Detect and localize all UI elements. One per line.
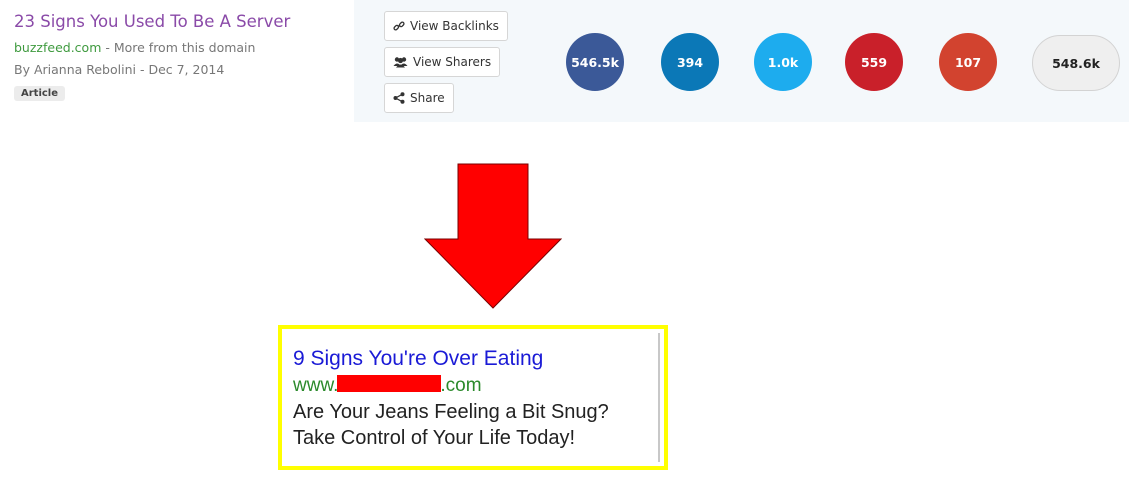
- ad-headline-link[interactable]: 9 Signs You're Over Eating: [293, 345, 658, 373]
- ad-description-line-1: Are Your Jeans Feeling a Bit Snug?: [293, 401, 609, 423]
- result-meta: 23 Signs You Used To Be A Server buzzfee…: [14, 10, 344, 101]
- share-button[interactable]: Share: [384, 83, 454, 113]
- linkedin-shares-count: 394: [661, 33, 719, 91]
- byline: By Arianna Rebolini - Dec 7, 2014: [14, 62, 225, 77]
- total-shares-count: 548.6k: [1032, 35, 1120, 91]
- share-label: Share: [410, 91, 445, 105]
- domain-link[interactable]: buzzfeed.com: [14, 40, 101, 55]
- ad-highlight-frame: 9 Signs You're Over Eating www. .com Are …: [278, 325, 668, 470]
- facebook-shares-count: 546.5k: [566, 33, 624, 91]
- text-ad: 9 Signs You're Over Eating www. .com Are …: [286, 333, 660, 462]
- link-icon: [393, 20, 405, 32]
- ad-url-prefix: www.: [293, 375, 339, 396]
- more-from-domain-link[interactable]: - More from this domain: [101, 40, 255, 55]
- ad-url-suffix: .com: [440, 375, 482, 396]
- view-sharers-button[interactable]: View Sharers: [384, 47, 501, 77]
- ad-description-line-2: Take Control of Your Life Today!: [293, 427, 576, 449]
- red-down-arrow-icon: [424, 163, 562, 309]
- screenshot-stage: 23 Signs You Used To Be A Server buzzfee…: [0, 0, 1133, 477]
- ad-display-url: www. .com: [293, 373, 658, 399]
- view-sharers-label: View Sharers: [413, 55, 492, 69]
- share-icon: [393, 92, 405, 104]
- users-icon: [393, 56, 408, 68]
- googleplus-shares-count: 107: [939, 33, 997, 91]
- domain-line: buzzfeed.com - More from this domain: [14, 38, 344, 58]
- content-type-badge: Article: [14, 86, 66, 101]
- view-backlinks-label: View Backlinks: [410, 19, 499, 33]
- twitter-shares-count: 1.0k: [754, 33, 812, 91]
- share-panel: View Backlinks View Sharers Share 546.5k…: [354, 0, 1129, 122]
- redaction-bar: [337, 375, 442, 392]
- result-title-link[interactable]: 23 Signs You Used To Be A Server: [14, 10, 344, 34]
- pinterest-shares-count: 559: [845, 33, 903, 91]
- view-backlinks-button[interactable]: View Backlinks: [384, 11, 508, 41]
